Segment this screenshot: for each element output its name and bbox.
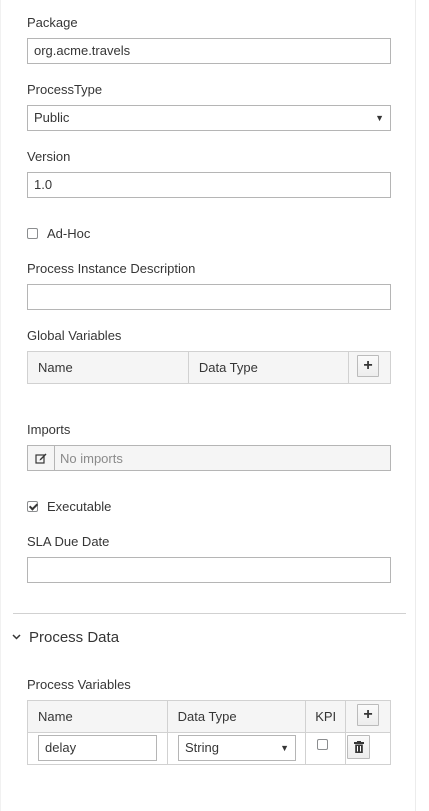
imports-field: No imports — [27, 445, 391, 471]
package-input[interactable]: org.acme.travels — [27, 38, 391, 64]
delete-variable-button[interactable] — [347, 735, 370, 759]
global-col-datatype: Data Type — [187, 351, 350, 384]
instance-description-label: Process Instance Description — [27, 261, 196, 276]
process-data-section-toggle[interactable]: Process Data — [12, 629, 212, 647]
add-global-variable-button[interactable]: + — [357, 355, 379, 377]
process-col-name: Name — [27, 700, 168, 733]
process-col-kpi: KPI — [305, 700, 347, 733]
sla-due-date-input[interactable] — [27, 557, 391, 583]
edit-icon — [35, 453, 47, 464]
plus-icon: + — [363, 706, 373, 723]
add-process-variable-button[interactable]: + — [357, 704, 379, 726]
edit-imports-button[interactable] — [28, 446, 55, 470]
variable-datatype-select[interactable]: String ▼ — [178, 735, 296, 761]
imports-label: Imports — [27, 422, 71, 437]
scrollbar-track — [0, 0, 1, 811]
global-variables-table: Name Data Type — [27, 351, 391, 384]
variable-datatype-value: String — [185, 740, 219, 755]
version-input[interactable]: 1.0 — [27, 172, 391, 198]
instance-description-input[interactable] — [27, 284, 391, 310]
global-col-name: Name — [27, 351, 189, 384]
chevron-down-icon — [12, 634, 21, 640]
adhoc-label: Ad-Hoc — [47, 226, 91, 241]
section-divider — [13, 613, 406, 614]
variable-kpi-checkbox[interactable] — [317, 739, 328, 750]
package-label: Package — [27, 15, 78, 30]
process-data-title: Process Data — [29, 629, 120, 646]
caret-down-icon: ▼ — [280, 743, 289, 753]
process-col-datatype: Data Type — [166, 700, 307, 733]
caret-down-icon: ▼ — [375, 113, 384, 123]
version-label: Version — [27, 149, 71, 164]
executable-label: Executable — [47, 499, 112, 514]
process-type-select[interactable]: Public ▼ — [27, 105, 391, 131]
panel-divider — [415, 0, 416, 811]
sla-due-date-label: SLA Due Date — [27, 534, 110, 549]
plus-icon: + — [363, 357, 373, 374]
trash-icon — [353, 741, 364, 753]
variable-name-input[interactable]: delay — [38, 735, 157, 761]
global-variables-label: Global Variables — [27, 328, 122, 343]
process-type-value: Public — [34, 110, 70, 125]
imports-value: No imports — [60, 451, 123, 466]
process-type-label: ProcessType — [27, 82, 103, 97]
adhoc-checkbox[interactable] — [27, 228, 38, 239]
process-variables-label: Process Variables — [27, 677, 131, 692]
executable-checkbox[interactable] — [27, 501, 38, 512]
